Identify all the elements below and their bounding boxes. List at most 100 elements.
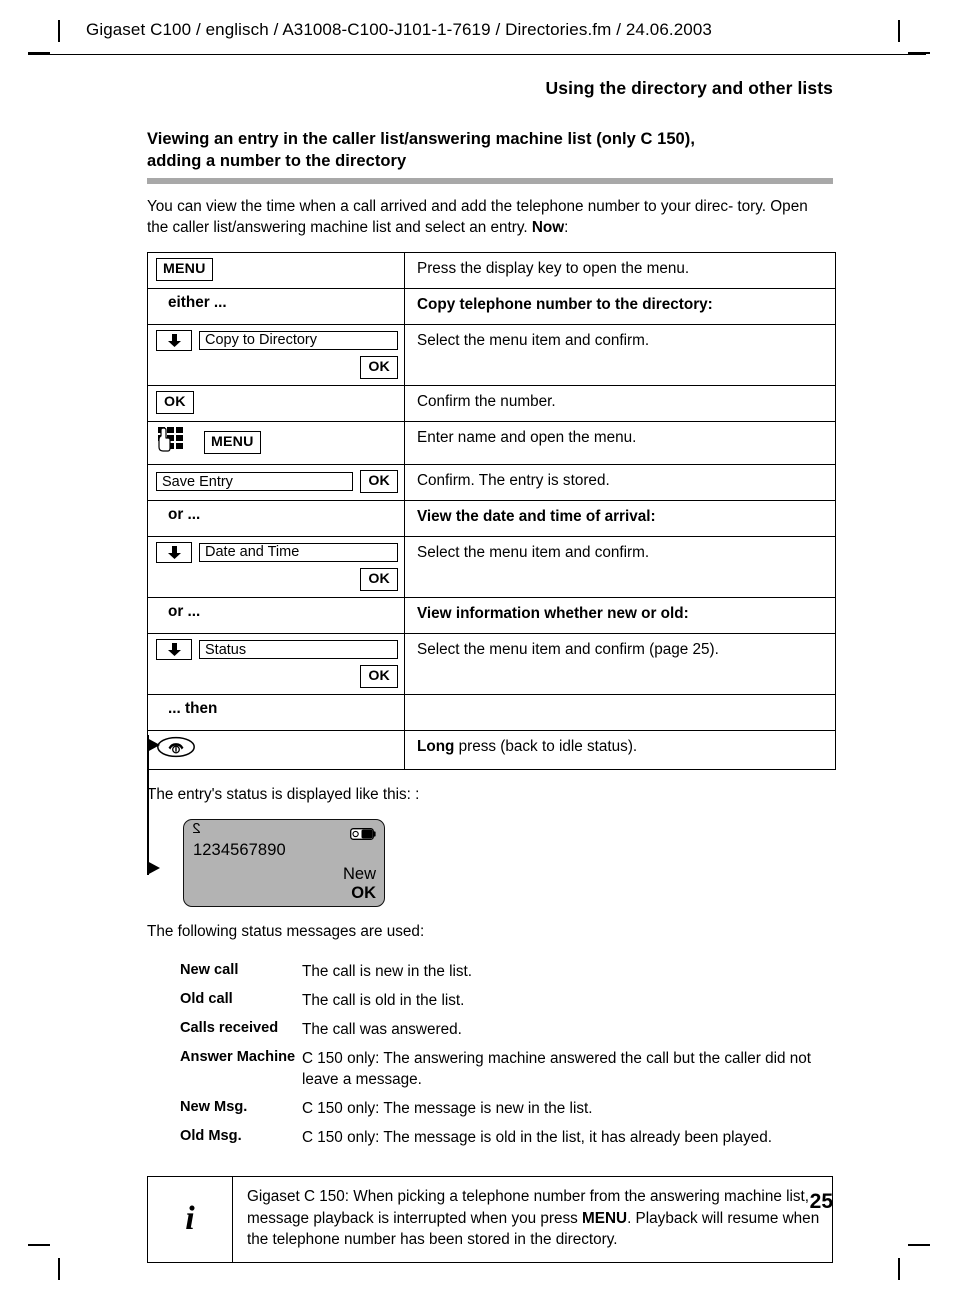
display-softkey-ok: OK bbox=[351, 884, 376, 903]
crop-mark-bottom-left-horizontal bbox=[28, 1244, 50, 1246]
procedure-description-cell: Copy telephone number to the directory: bbox=[404, 287, 836, 325]
procedure-action-cell: Copy to Directory OK bbox=[147, 323, 405, 386]
status-term: Answer Machine bbox=[180, 1048, 296, 1065]
table-row: Long press (back to idle status). bbox=[147, 730, 836, 771]
status-term: Calls received bbox=[180, 1019, 279, 1036]
confirm-row: OK bbox=[156, 567, 398, 592]
intro-paragraph: You can view the time when a call arrive… bbox=[147, 196, 833, 238]
description-text: Select the menu item and confirm. bbox=[417, 331, 650, 349]
arrow-down-icon[interactable] bbox=[156, 541, 192, 563]
menu-selection-line: Date and Time bbox=[156, 541, 398, 563]
menu-selection-line: Copy to Directory bbox=[156, 329, 398, 351]
branch-label-then: ... then bbox=[168, 700, 218, 718]
change-bar-arrow-icon-bottom bbox=[147, 861, 160, 875]
arrow-down-icon[interactable] bbox=[156, 329, 192, 351]
page-number: 25 bbox=[809, 1190, 833, 1213]
status-term: Old call bbox=[180, 990, 233, 1007]
menu-key-button[interactable]: MENU bbox=[204, 430, 261, 455]
battery-icon bbox=[350, 827, 376, 841]
keypad-entry-icon bbox=[156, 426, 186, 458]
description-text: Press the display key to open the menu. bbox=[417, 259, 690, 277]
handset-display: 2 1234567890 New OK bbox=[183, 819, 385, 908]
menu-selection-line: Status bbox=[156, 639, 398, 661]
action-content: Copy to Directory OK bbox=[148, 325, 404, 385]
chapter-title: Using the directory and other lists bbox=[545, 78, 833, 98]
running-head: Gigaset C100 / englisch / A31008-C100-J1… bbox=[86, 20, 712, 39]
ok-key-button[interactable]: OK bbox=[156, 390, 194, 415]
branch-label-or-2: or ... bbox=[168, 603, 201, 621]
ok-key-button[interactable]: OK bbox=[360, 567, 398, 592]
description-text: Long press (back to idle status). bbox=[405, 731, 835, 766]
procedure-action-cell: or ... bbox=[147, 597, 405, 635]
procedure-description-cell: View the date and time of arrival: bbox=[404, 499, 836, 537]
procedure-action-cell: MENU bbox=[147, 420, 405, 465]
action-content: Date and Time OK bbox=[148, 537, 404, 597]
procedure-description-cell: Select the menu item and confirm. bbox=[404, 535, 836, 599]
list-item: Answer Machine C 150 only: The answering… bbox=[147, 1048, 833, 1090]
intro-line-1: You can view the time when a call arrive… bbox=[147, 197, 734, 215]
description-text: View the date and time of arrival: bbox=[417, 507, 656, 525]
action-content: OK bbox=[148, 386, 404, 420]
description-text bbox=[405, 695, 835, 730]
status-message-list: New call The call is new in the list. Ol… bbox=[147, 961, 833, 1149]
table-row: either ... Copy telephone number to the … bbox=[147, 287, 836, 325]
list-item: Calls received The call was answered. bbox=[147, 1019, 833, 1040]
list-item: Old Msg. C 150 only: The message is old … bbox=[147, 1127, 833, 1148]
long-press-rest: press (back to idle status). bbox=[454, 738, 638, 756]
branch-label-or-1: or ... bbox=[168, 505, 201, 523]
menu-item-label[interactable]: Date and Time bbox=[199, 542, 398, 562]
description-text: Copy telephone number to the directory: bbox=[417, 295, 713, 313]
menu-item-label[interactable]: Copy to Directory bbox=[199, 330, 398, 350]
procedure-action-cell: or ... bbox=[147, 499, 405, 537]
ok-key-button[interactable]: OK bbox=[360, 665, 398, 689]
display-intro-text: The entry's status is displayed like thi… bbox=[147, 786, 420, 804]
menu-key-button[interactable]: MENU bbox=[156, 257, 213, 281]
status-definition: C 150 only: The answering machine answer… bbox=[302, 1049, 812, 1089]
action-content: MENU bbox=[148, 253, 404, 287]
status-definition: The call is new in the list. bbox=[302, 962, 473, 980]
change-bar-arrow-icon-top bbox=[147, 738, 160, 752]
intro-now-emphasis: Now bbox=[531, 218, 565, 236]
confirm-row: OK bbox=[156, 665, 398, 689]
procedure-description-cell: Long press (back to idle status). bbox=[404, 730, 836, 771]
action-content: Save Entry OK bbox=[148, 465, 404, 499]
crop-mark-bottom-right-vertical bbox=[898, 1258, 900, 1280]
description-text: Enter name and open the menu. bbox=[417, 428, 637, 446]
procedure-description-cell bbox=[404, 694, 836, 732]
header-rule bbox=[28, 54, 926, 55]
crop-mark-top-left-vertical bbox=[58, 20, 60, 42]
procedure-description-cell: Confirm the number. bbox=[404, 384, 836, 422]
table-row: Status OK Select the menu item and confi… bbox=[147, 633, 836, 696]
table-row: MENU Press the display key to open the m… bbox=[147, 251, 836, 289]
procedure-action-cell: either ... bbox=[147, 287, 405, 325]
menu-item-label[interactable]: Save Entry bbox=[156, 472, 354, 492]
arrow-down-icon[interactable] bbox=[156, 639, 192, 661]
list-item: Old call The call is old in the list. bbox=[147, 990, 833, 1011]
status-term: Old Msg. bbox=[180, 1128, 242, 1145]
description-text: Select the menu item and confirm. bbox=[417, 543, 650, 561]
section-divider bbox=[147, 177, 833, 184]
ok-key-button[interactable]: OK bbox=[360, 355, 398, 379]
section-title: Viewing an entry in the caller list/answ… bbox=[147, 129, 833, 173]
procedure-action-cell: Save Entry OK bbox=[147, 463, 405, 501]
table-row: Copy to Directory OK Select the menu ite… bbox=[147, 323, 836, 386]
procedure-description-cell: Select the menu item and confirm. bbox=[404, 323, 836, 386]
action-content: Status OK bbox=[148, 634, 404, 694]
menu-item-label[interactable]: Status bbox=[199, 640, 398, 660]
keypad-menu-row: MENU bbox=[156, 426, 398, 458]
menu-selection-line: Save Entry OK bbox=[156, 469, 398, 494]
procedure-description-cell: View information whether new or old: bbox=[404, 597, 836, 635]
procedure-action-cell: Status OK bbox=[147, 633, 405, 696]
procedure-description-cell: Confirm. The entry is stored. bbox=[404, 463, 836, 501]
crop-mark-bottom-left-vertical bbox=[58, 1258, 60, 1280]
status-intro-text: The following status messages are used: bbox=[147, 923, 425, 941]
table-row: or ... View information whether new or o… bbox=[147, 597, 836, 635]
handset-display-figure: 2 1234567890 New OK bbox=[183, 819, 833, 908]
action-content: MENU bbox=[148, 422, 404, 464]
ok-key-button[interactable]: OK bbox=[360, 469, 398, 494]
manual-page: Gigaset C100 / englisch / A31008-C100-J1… bbox=[0, 0, 954, 1307]
status-definition: C 150 only: The message is new in the li… bbox=[302, 1100, 593, 1118]
procedure-action-cell: MENU bbox=[147, 251, 405, 289]
crop-mark-top-right-vertical bbox=[898, 20, 900, 42]
change-bar-line bbox=[147, 735, 149, 875]
